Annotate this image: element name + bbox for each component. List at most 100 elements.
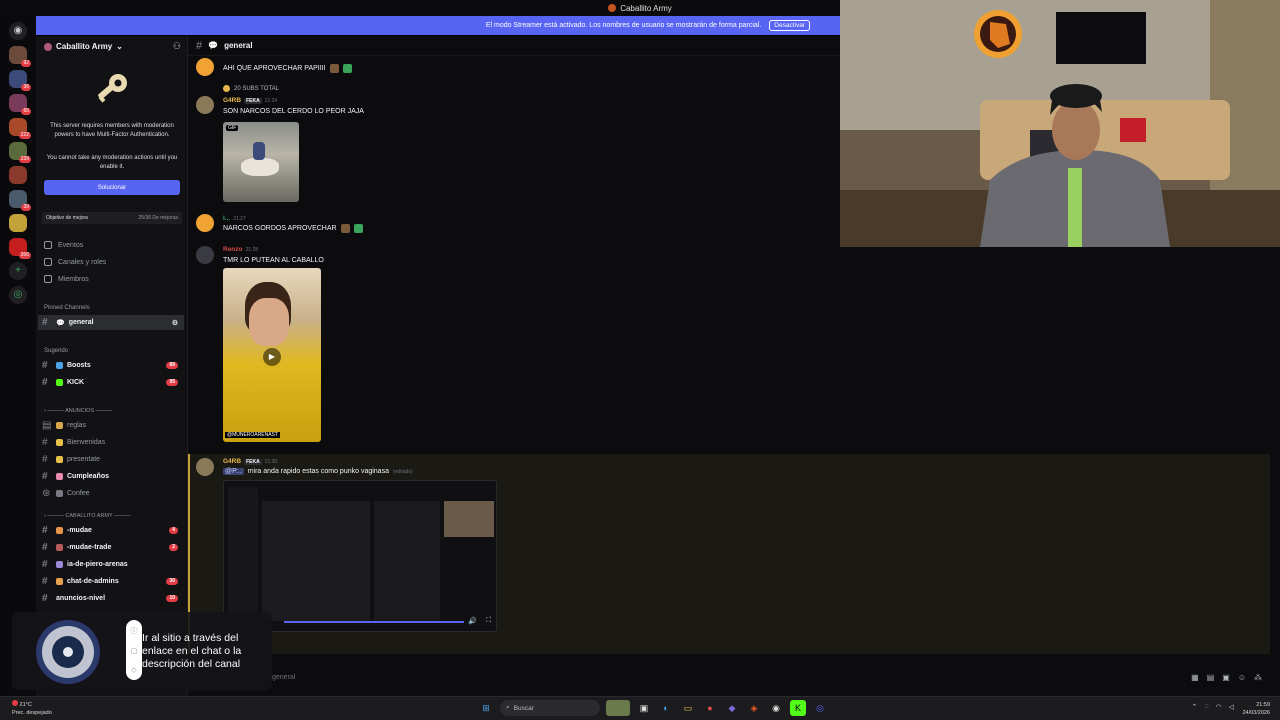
discord-home-icon[interactable]: ◉: [9, 22, 27, 40]
gift-icon[interactable]: ▦: [1191, 673, 1199, 682]
folder-icon[interactable]: ▭: [680, 700, 696, 716]
channel-cumpleanos[interactable]: # Cumpleaños: [38, 469, 184, 484]
server-icon[interactable]: 266: [9, 238, 31, 259]
channel-confee[interactable]: ⊛ Confee: [38, 486, 184, 501]
boost-goal[interactable]: Objetivo de mejora 25/36 De mejoras: [42, 212, 182, 224]
task-view-icon[interactable]: ▣: [636, 700, 652, 716]
channel-ia-de-piero-arenas[interactable]: # ia-de-piero-arenas: [38, 557, 184, 572]
taskbar-search[interactable]: ⌕ Buscar: [500, 700, 600, 716]
server-avatar-icon: [44, 42, 52, 51]
server-icon[interactable]: 92: [9, 46, 31, 67]
avatar[interactable]: [196, 96, 214, 114]
channel-general[interactable]: # 💬 general ⚙: [38, 315, 184, 330]
server-icon[interactable]: 39: [9, 190, 31, 211]
server-icon[interactable]: 222: [9, 118, 31, 139]
server-icon[interactable]: 36: [9, 70, 31, 91]
clock[interactable]: 21:59 24/03/2026: [1242, 701, 1270, 717]
server-header[interactable]: Caballito Army ⌄: [44, 42, 123, 51]
mfa-description: This server requires members with modera…: [50, 123, 174, 138]
window-title: Caballito Army: [620, 3, 672, 13]
disable-streamer-button[interactable]: Desactivar: [769, 20, 810, 31]
user-mention[interactable]: @P...: [223, 468, 244, 475]
reply-preview[interactable]: 20 SUBS TOTAL: [223, 85, 279, 92]
video-watermark: @MUNEROARENAST: [225, 432, 280, 438]
category-anuncios[interactable]: › ——— ANUNCIOS ———: [44, 408, 112, 414]
server-icon[interactable]: [9, 214, 27, 232]
reply-text: 20 SUBS TOTAL: [234, 85, 280, 92]
fix-button[interactable]: Solucionar: [44, 180, 180, 195]
channel-reglas[interactable]: ▤ reglas: [38, 418, 184, 433]
settings-icon[interactable]: ⚙: [172, 319, 178, 327]
channel-anuncios-nivel[interactable]: # anuncios-nivel 10: [38, 591, 184, 606]
channel-mudae[interactable]: # -mudae 4: [38, 523, 184, 538]
tray-app-icon[interactable]: ◌: [1204, 703, 1208, 711]
screenshot-attachment[interactable]: 🔊 ⛶: [223, 480, 497, 632]
nav-members-label: Miembros: [58, 275, 89, 283]
mention-badge: 89: [166, 362, 178, 369]
channels-icon: [44, 258, 52, 266]
server-icon[interactable]: [9, 166, 27, 184]
emoji-icon: [56, 561, 63, 568]
server-icon[interactable]: 239: [9, 142, 31, 163]
channel-chat-de-admins[interactable]: # chat-de-admins 30: [38, 574, 184, 589]
add-server-icon[interactable]: +: [9, 262, 27, 280]
system-tray: ⌃ ◌ ◠ ◁: [1191, 703, 1234, 711]
sticker-icon[interactable]: ▣: [1222, 673, 1230, 682]
message-author[interactable]: G4RB FEKA 21:24: [223, 97, 277, 104]
brave-icon[interactable]: ◈: [746, 700, 762, 716]
windows-start-icon[interactable]: ⊞: [478, 700, 494, 716]
apps-icon[interactable]: ⁂: [1254, 673, 1262, 682]
avatar[interactable]: [196, 458, 214, 476]
nav-events[interactable]: Eventos: [44, 241, 83, 249]
video-embed[interactable]: ▶ @MUNEROARENAST: [223, 268, 321, 442]
hash-icon: #: [42, 360, 48, 371]
avatar[interactable]: [196, 214, 214, 232]
app-icon[interactable]: ●: [702, 700, 718, 716]
nav-members[interactable]: Miembros: [44, 275, 89, 283]
invite-people-icon[interactable]: ⚇: [173, 41, 181, 52]
avatar[interactable]: [196, 246, 214, 264]
embed-chat: [374, 501, 440, 621]
gif-image[interactable]: GIF: [223, 122, 299, 202]
message-composer[interactable]: general ▦ ▤ ▣ ☺ ⁂: [272, 668, 1262, 686]
widget-icon[interactable]: [606, 700, 630, 716]
gif-icon[interactable]: ▤: [1207, 673, 1215, 682]
video-progress[interactable]: [284, 621, 464, 623]
wifi-icon[interactable]: ◠: [1216, 703, 1222, 711]
message-author[interactable]: Renzo 21:28: [223, 246, 258, 253]
rules-icon: ▤: [42, 420, 52, 431]
explore-icon[interactable]: ◎: [9, 286, 27, 304]
nav-channels-roles[interactable]: Canales y roles: [44, 258, 106, 266]
edited-label: (editado): [392, 468, 413, 475]
channel-mudae-trade[interactable]: # -mudae-trade 2: [38, 540, 184, 555]
unread-badge: 92: [21, 60, 31, 67]
speech-icon: 💬: [56, 319, 65, 327]
avatar[interactable]: [196, 58, 214, 76]
unread-badge: 39: [21, 204, 31, 211]
channel-kick[interactable]: # KICK 95: [38, 375, 184, 390]
roulette-wheel-icon: [36, 620, 100, 684]
message-author[interactable]: G4RB FEKA 21:30: [223, 458, 277, 465]
volume-icon[interactable]: 🔊: [468, 617, 477, 625]
calendar-icon: [44, 241, 52, 249]
weather-widget[interactable]: 21°C Prec. despejado: [12, 700, 52, 717]
category-army[interactable]: › ——— CABALLITO ARMY ———: [44, 513, 131, 519]
play-icon[interactable]: ▶: [263, 348, 281, 366]
emoji-icon[interactable]: ☺: [1238, 673, 1246, 682]
emoji-icon: [56, 578, 63, 585]
edge-icon[interactable]: ◐: [658, 700, 674, 716]
channel-boosts[interactable]: # Boosts 89: [38, 358, 184, 373]
kick-app-icon[interactable]: K: [790, 700, 806, 716]
discord-app-icon[interactable]: ◎: [812, 700, 828, 716]
message-author[interactable]: l... 21:27: [223, 215, 246, 222]
teams-icon[interactable]: ◆: [724, 700, 740, 716]
chevron-up-icon[interactable]: ⌃: [1191, 703, 1197, 711]
obs-icon[interactable]: ◉: [768, 700, 784, 716]
message-content: NARCOS GORDOS APROVECHAR: [223, 225, 337, 232]
channel-presentate[interactable]: # presentate: [38, 452, 184, 467]
volume-icon[interactable]: ◁: [1229, 703, 1234, 711]
server-icon[interactable]: 65: [9, 94, 31, 115]
diamond-icon: [56, 362, 63, 369]
channel-bienvenidas[interactable]: # Bienvenidas: [38, 435, 184, 450]
fullscreen-icon[interactable]: ⛶: [486, 617, 491, 625]
